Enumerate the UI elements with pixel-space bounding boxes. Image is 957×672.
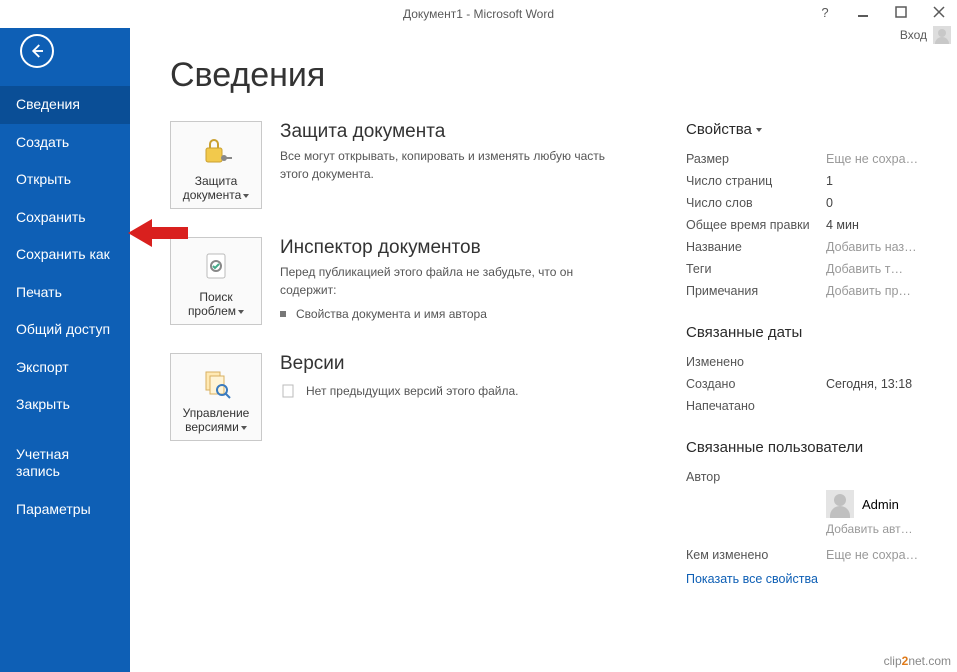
prop-words: Число слов0 — [686, 192, 929, 214]
chevron-down-icon — [238, 310, 244, 314]
protect-section: Защита документа Защита документа Все мо… — [170, 121, 650, 209]
related-dates-heading: Связанные даты — [686, 324, 929, 341]
properties-panel: Свойства РазмерЕще не сохра… Число стран… — [686, 121, 929, 586]
page-title: Сведения — [170, 56, 929, 95]
manage-versions-button[interactable]: Управление версиями — [170, 353, 262, 441]
sidebar-item-print[interactable]: Печать — [0, 274, 130, 312]
help-button[interactable]: ? — [811, 2, 839, 22]
window-controls: ? — [811, 2, 953, 22]
inspect-icon — [198, 246, 234, 286]
sidebar-item-account[interactable]: Учетная запись — [0, 436, 130, 491]
prop-comments[interactable]: ПримечанияДобавить пр… — [686, 280, 929, 302]
backstage-content: Сведения Защита документа — [130, 28, 957, 672]
sidebar-item-save[interactable]: Сохранить — [0, 199, 130, 237]
protect-desc: Все могут открывать, копировать и изменя… — [280, 147, 620, 183]
prop-modified: Изменено — [686, 351, 929, 373]
sidebar-item-close[interactable]: Закрыть — [0, 386, 130, 424]
close-button[interactable] — [925, 2, 953, 22]
back-button[interactable] — [20, 34, 54, 68]
related-people-heading: Связанные пользователи — [686, 439, 929, 456]
chevron-down-icon — [756, 128, 762, 132]
watermark: clip2net.com — [884, 654, 951, 668]
bullet-icon — [280, 311, 286, 317]
lock-icon — [198, 130, 234, 170]
author-name: Admin — [862, 497, 899, 512]
inspect-title: Инспектор документов — [280, 237, 620, 259]
sidebar-item-new[interactable]: Создать — [0, 124, 130, 162]
document-icon — [280, 383, 296, 399]
add-author[interactable]: Добавить авт… — [826, 522, 929, 536]
prop-size: РазмерЕще не сохра… — [686, 148, 929, 170]
prop-created: СозданоСегодня, 13:18 — [686, 373, 929, 395]
prop-pages: Число страниц1 — [686, 170, 929, 192]
prop-title[interactable]: НазваниеДобавить наз… — [686, 236, 929, 258]
versions-section: Управление версиями Версии Нет предыдущи… — [170, 353, 650, 441]
check-issues-button[interactable]: Поиск проблем — [170, 237, 262, 325]
versions-title: Версии — [280, 353, 519, 375]
minimize-button[interactable] — [849, 2, 877, 22]
properties-heading[interactable]: Свойства — [686, 121, 929, 138]
window-title: Документ1 - Microsoft Word — [403, 7, 554, 21]
titlebar: Документ1 - Microsoft Word ? — [0, 0, 957, 28]
prop-author: Автор — [686, 466, 929, 488]
author-entry[interactable]: Admin — [826, 490, 929, 518]
maximize-button[interactable] — [887, 2, 915, 22]
sidebar-item-options[interactable]: Параметры — [0, 491, 130, 529]
backstage-sidebar: Сведения Создать Открыть Сохранить Сохра… — [0, 28, 130, 672]
avatar-icon — [826, 490, 854, 518]
sidebar-item-export[interactable]: Экспорт — [0, 349, 130, 387]
prop-edit-time: Общее время правки4 мин — [686, 214, 929, 236]
inspect-bullet: Свойства документа и имя автора — [280, 307, 620, 321]
protect-document-button[interactable]: Защита документа — [170, 121, 262, 209]
protect-title: Защита документа — [280, 121, 620, 143]
chevron-down-icon — [241, 426, 247, 430]
inspect-desc: Перед публикацией этого файла не забудьт… — [280, 263, 620, 299]
show-all-properties-link[interactable]: Показать все свойства — [686, 572, 818, 586]
sidebar-item-share[interactable]: Общий доступ — [0, 311, 130, 349]
sidebar-item-open[interactable]: Открыть — [0, 161, 130, 199]
prop-tags[interactable]: ТегиДобавить т… — [686, 258, 929, 280]
sidebar-item-save-as[interactable]: Сохранить как — [0, 236, 130, 274]
chevron-down-icon — [243, 194, 249, 198]
prop-last-modified-by: Кем измененоЕще не сохра… — [686, 544, 929, 566]
versions-empty: Нет предыдущих версий этого файла. — [280, 383, 519, 399]
versions-icon — [198, 362, 234, 402]
sidebar-item-info[interactable]: Сведения — [0, 86, 130, 124]
prop-printed: Напечатано — [686, 395, 929, 417]
inspect-section: Поиск проблем Инспектор документов Перед… — [170, 237, 650, 325]
